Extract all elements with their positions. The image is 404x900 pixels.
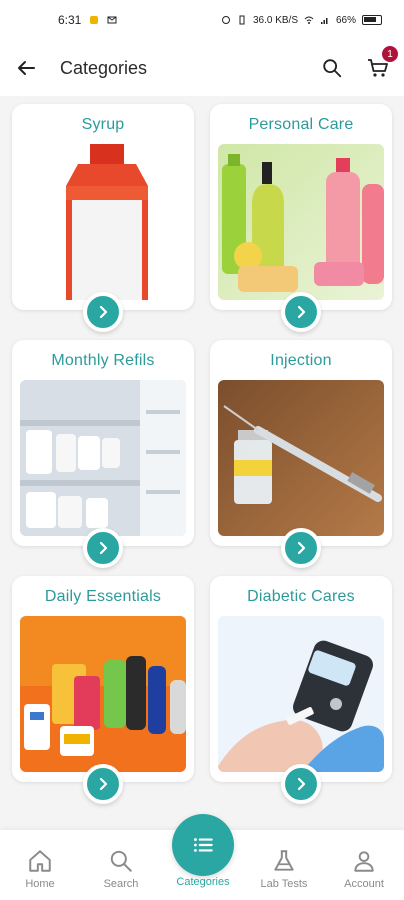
user-icon [354, 851, 374, 872]
nav-lab-tests-label: Lab Tests [260, 878, 308, 890]
monthly-refils-image [20, 380, 186, 536]
nav-account[interactable]: Account [332, 848, 396, 890]
battery-percent: 66% [335, 14, 356, 26]
category-card-daily-essentials[interactable]: Daily Essentials [12, 576, 194, 804]
status-right: 36.0 KB/S 66% [221, 15, 382, 26]
go-button[interactable] [281, 292, 321, 332]
app-actions: 1 [320, 46, 398, 80]
category-card-personal-care[interactable]: Personal Care [210, 104, 392, 332]
nav-lab-tests[interactable]: Lab Tests [252, 848, 316, 890]
nav-categories-button[interactable] [172, 814, 234, 876]
category-title: Daily Essentials [44, 588, 162, 605]
nav-search[interactable]: Search [89, 848, 153, 890]
category-title: Personal Care [248, 116, 354, 133]
nav-account-label: Account [344, 878, 384, 890]
category-title: Diabetic Cares [247, 588, 355, 605]
notification-icon [90, 16, 99, 24]
home-icon [29, 850, 51, 872]
go-button[interactable] [281, 528, 321, 568]
network-speed: 36.0 KB/S [252, 14, 298, 26]
nav-home-label: Home [25, 878, 55, 890]
nav-home[interactable]: Home [8, 848, 72, 890]
category-card-syrup[interactable]: Syrup [12, 104, 194, 332]
chevron-right-icon [297, 541, 306, 555]
diabetic-cares-image [218, 616, 384, 772]
chevron-right-icon [297, 305, 306, 319]
category-title: Monthly Refils [51, 352, 155, 369]
vibrate-icon [239, 15, 245, 25]
chevron-right-icon [99, 541, 108, 555]
go-button[interactable] [281, 764, 321, 804]
category-title: Injection [270, 352, 332, 369]
signal-icon [320, 18, 328, 24]
injection-image [218, 380, 384, 536]
bottom-navigation: Home Search Categories Lab Tests Account [0, 814, 404, 900]
list-icon [194, 838, 213, 852]
syrup-image [20, 144, 186, 300]
page-title: Categories [60, 57, 148, 78]
back-button[interactable] [14, 56, 38, 80]
category-card-monthly-refils[interactable]: Monthly Refils [12, 340, 194, 568]
cart-count-badge: 1 [382, 46, 398, 62]
alarm-icon [221, 16, 230, 24]
flask-icon [274, 850, 294, 871]
personal-care-image [218, 144, 384, 300]
category-card-injection[interactable]: Injection [210, 340, 392, 568]
chevron-right-icon [99, 777, 108, 791]
search-button[interactable] [320, 56, 344, 80]
cart-button[interactable]: 1 [366, 46, 398, 80]
go-button[interactable] [83, 764, 123, 804]
daily-essentials-image [20, 616, 186, 772]
search-icon [323, 59, 342, 78]
wifi-icon [304, 16, 314, 24]
go-button[interactable] [83, 292, 123, 332]
arrow-left-icon [18, 61, 35, 75]
category-title: Syrup [81, 116, 125, 133]
go-button[interactable] [83, 528, 123, 568]
nav-search-label: Search [103, 878, 139, 890]
battery-icon [362, 15, 382, 25]
chevron-right-icon [297, 777, 306, 791]
category-grid: Syrup Personal Care Monthly Refils Injec… [12, 104, 392, 804]
chevron-right-icon [99, 305, 108, 319]
category-card-diabetic-cares[interactable]: Diabetic Cares [210, 576, 392, 804]
nav-categories-label: Categories [176, 876, 230, 888]
app-bar: Categories 1 [0, 40, 404, 96]
mail-icon [107, 16, 117, 24]
search-icon [110, 850, 132, 872]
status-time: 6:31 [58, 13, 82, 27]
status-left: 6:31 [58, 13, 117, 27]
status-bar: 6:31 36.0 KB/S 66% [0, 0, 404, 40]
